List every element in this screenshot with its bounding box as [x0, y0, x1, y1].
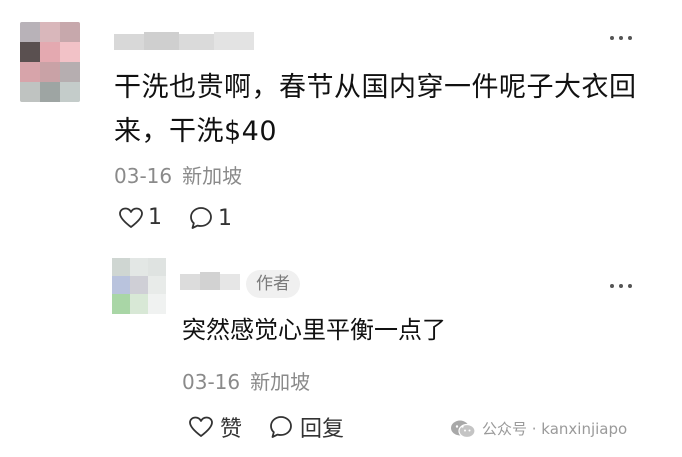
reply-text: 突然感觉心里平衡一点了: [182, 316, 446, 344]
username-redacted: [180, 270, 240, 294]
reply-button[interactable]: 回复: [268, 411, 344, 443]
more-icon[interactable]: [610, 284, 632, 288]
comment-text: 干洗也贵啊，春节从国内穿一件呢子大衣回来，干洗$40: [114, 72, 637, 147]
heart-icon: [189, 416, 213, 437]
watermark-text: 公众号 · kanxinjiapo: [482, 420, 628, 438]
reply-label: 回复: [300, 417, 345, 442]
comment-location: 新加坡: [182, 164, 243, 188]
like-button[interactable]: 赞: [188, 411, 242, 443]
comment-meta: 03-16 新加坡: [114, 160, 242, 189]
wechat-icon: [451, 420, 476, 438]
comment-date: 03-16: [114, 164, 173, 188]
avatar[interactable]: [20, 22, 80, 102]
avatar[interactable]: [112, 258, 166, 314]
watermark: 公众号 · kanxinjiapo: [450, 418, 627, 439]
username-redacted: [114, 28, 254, 54]
like-label: 赞: [220, 417, 243, 442]
reply-location: 新加坡: [250, 370, 311, 394]
reply-button[interactable]: 1: [188, 205, 232, 231]
like-count: 1: [148, 205, 162, 230]
reply-meta: 03-16 新加坡: [182, 366, 310, 395]
like-button[interactable]: 1: [118, 205, 162, 230]
reply-count: 1: [218, 205, 232, 231]
comment-icon: [190, 207, 212, 229]
author-badge: 作者: [246, 270, 300, 298]
comment-icon: [270, 416, 292, 438]
more-icon[interactable]: [610, 36, 632, 40]
heart-icon: [119, 207, 143, 228]
reply-date: 03-16: [182, 370, 241, 394]
